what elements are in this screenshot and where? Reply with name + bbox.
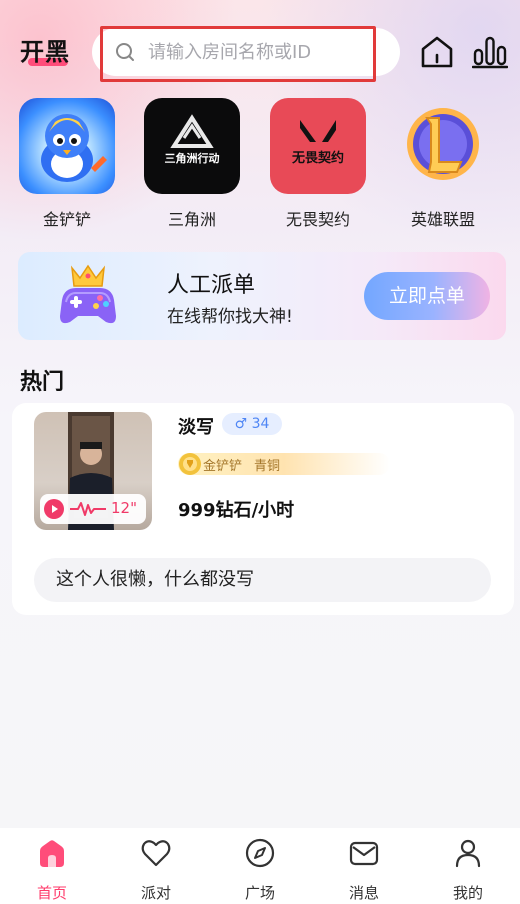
voice-duration: 12" — [111, 499, 137, 517]
dispatch-banner[interactable]: 人工派单 在线帮你找大神! 立即点单 — [18, 252, 506, 340]
waveform-icon — [70, 502, 106, 516]
game-item-valorant[interactable]: 无畏契约 无畏契约 — [266, 96, 370, 232]
valorant-game-icon: 无畏契约 — [270, 98, 366, 194]
header: 开黑 — [0, 0, 520, 96]
section-title-hot: 热门 — [20, 370, 65, 395]
home-icon[interactable] — [419, 34, 455, 70]
tab-label: 消息 — [348, 884, 379, 902]
play-icon[interactable] — [44, 499, 64, 519]
game-label: 金铲铲 — [42, 210, 91, 229]
leaderboard-icon[interactable] — [472, 34, 508, 70]
banner-subtitle: 在线帮你找大神! — [167, 307, 293, 327]
game-label: 无畏契约 — [285, 210, 350, 229]
tab-label: 广场 — [244, 884, 275, 902]
tile-text: 三角洲行动 — [165, 151, 220, 165]
order-now-button[interactable]: 立即点单 — [364, 272, 490, 320]
game-item-sanjiaozhou[interactable]: 三角洲行动 三角洲 — [140, 96, 244, 232]
lol-game-icon — [395, 98, 491, 194]
sanjiaozhou-game-icon: 三角洲行动 — [144, 98, 240, 194]
avatar[interactable]: 12" — [34, 412, 152, 530]
player-card[interactable]: 12" 淡写 ♂ 34 金铲铲 青铜 999钻石/小时 这个人很懒，什么都没写 — [12, 403, 514, 615]
tile-text: 无畏契约 — [291, 150, 344, 166]
game-item-lol[interactable]: 英雄联盟 — [391, 96, 495, 232]
game-label: 三角洲 — [167, 210, 216, 229]
voice-intro[interactable]: 12" — [40, 494, 146, 524]
coin-icon — [179, 453, 201, 475]
player-name: 淡写 — [178, 417, 214, 438]
tab-party[interactable]: 派对 — [104, 828, 208, 904]
skill-game: 金铲铲 — [203, 459, 243, 474]
tab-label: 首页 — [36, 884, 67, 902]
compass-icon — [245, 838, 275, 868]
tab-square[interactable]: 广场 — [208, 828, 312, 904]
home-icon — [40, 840, 64, 867]
tab-home[interactable]: 首页 — [0, 828, 104, 904]
game-list: 金铲铲 三角洲行动 三角洲 无畏契约 无畏契约 英雄联盟 — [0, 96, 520, 236]
game-label: 英雄联盟 — [410, 210, 475, 229]
tab-me[interactable]: 我的 — [416, 828, 520, 904]
player-bio: 这个人很懒，什么都没写 — [34, 558, 491, 602]
heart-icon — [141, 840, 171, 867]
tab-label: 派对 — [140, 884, 171, 902]
banner-title: 人工派单 — [167, 273, 256, 298]
male-icon: ♂ — [234, 416, 248, 432]
gender-age-badge: ♂ 34 — [222, 413, 282, 435]
search-icon — [116, 43, 134, 61]
tab-label: 我的 — [452, 884, 483, 902]
gamepad-crown-icon — [60, 264, 116, 324]
tab-messages[interactable]: 消息 — [312, 828, 416, 904]
app-logo: 开黑 — [20, 38, 70, 66]
skill-badge: 金铲铲 青铜 — [178, 453, 390, 475]
search-input[interactable] — [148, 38, 368, 66]
age: 34 — [251, 416, 270, 432]
user-icon — [455, 839, 481, 868]
skill-rank: 青铜 — [254, 459, 281, 474]
bottom-tab-bar: 首页 派对 广场 消息 我的 — [0, 828, 520, 904]
jcc-game-icon — [19, 98, 115, 194]
price: 999钻石/小时 — [178, 500, 295, 521]
mail-icon — [349, 841, 379, 866]
game-item-jcc[interactable]: 金铲铲 — [15, 96, 119, 232]
